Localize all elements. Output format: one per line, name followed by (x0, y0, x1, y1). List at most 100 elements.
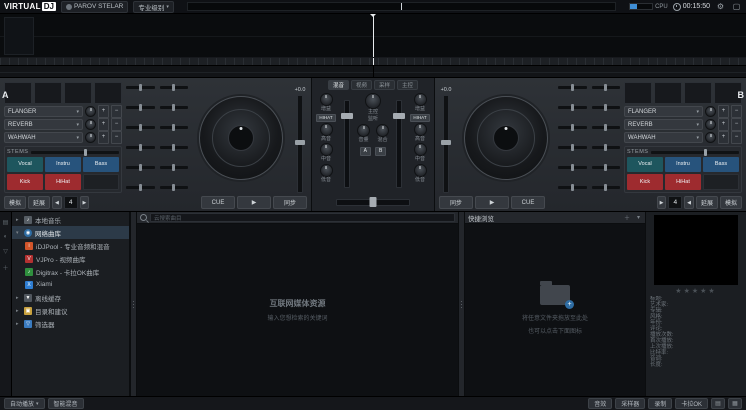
fx-minus-button[interactable]: − (731, 118, 742, 131)
loop-roll-button[interactable]: 延展 (28, 196, 50, 209)
eq-low-knob-b[interactable] (414, 164, 427, 177)
cue-button[interactable]: CUE (511, 196, 545, 209)
stem-pad-bass[interactable]: Bass (83, 157, 119, 172)
fx-slider[interactable] (558, 146, 587, 149)
settings-gear-icon[interactable]: ⚙ (715, 2, 726, 11)
stem-pad-vocal[interactable]: Vocal (627, 157, 663, 172)
play-button[interactable]: ▶ (237, 196, 271, 209)
pfl-a-button[interactable]: A (360, 147, 371, 156)
fx-minus-button[interactable]: − (731, 131, 742, 144)
loop-half-button[interactable]: ◀ (684, 196, 694, 209)
stem-pad-instru[interactable]: Instru (665, 157, 701, 172)
loop-half-button[interactable]: ◀ (52, 196, 62, 209)
expand-arrow-icon[interactable]: ▸ (16, 321, 21, 327)
skin-mode-select[interactable]: 专业级别 ▾ (133, 1, 174, 13)
fx-amount-knob[interactable] (85, 119, 96, 130)
shortcut-empty-state[interactable]: 将任意文件夹拖放至此处 也可以点击下面图标 (465, 224, 645, 396)
sidebar-item-vjpro[interactable]: V VJPro - 视频曲库 (12, 252, 129, 265)
loop-roll-button[interactable]: 延展 (696, 196, 718, 209)
search-input[interactable]: 云搜索曲目 (150, 213, 455, 222)
fx-amount-knob[interactable] (85, 132, 96, 143)
autoplay-button[interactable]: 自动播放 ▾ (4, 398, 45, 409)
fx-slider[interactable] (160, 186, 189, 189)
volume-fader-b[interactable] (396, 100, 402, 188)
chevron-down-icon[interactable]: ▾ (635, 214, 642, 221)
stem-pad-instru[interactable]: Instru (45, 157, 81, 172)
collapse-arrow-icon[interactable]: ▾ (16, 230, 21, 236)
fx-amount-knob[interactable] (705, 132, 716, 143)
jog-wheel[interactable] (199, 96, 283, 180)
fx-slider[interactable] (558, 106, 587, 109)
fx-slider[interactable] (160, 166, 189, 169)
volume-fader-a[interactable] (344, 100, 350, 188)
fx-slider[interactable] (592, 106, 621, 109)
sidebar-item-local-music[interactable]: ▸ ♪ 本地音乐 (12, 213, 129, 226)
karaoke-button[interactable]: 卡拉OK (675, 398, 708, 409)
sample-slot[interactable] (654, 82, 682, 104)
sample-slot[interactable] (64, 82, 92, 104)
stem-filter-a-button[interactable]: HIHAT (316, 114, 335, 122)
fx-amount-knob[interactable] (705, 106, 716, 117)
add-folder-icon[interactable]: ＋ (622, 213, 632, 222)
fx-slider[interactable] (592, 166, 621, 169)
stems-slider[interactable] (31, 151, 119, 154)
record-button[interactable]: 录制 (648, 398, 672, 409)
sidebar-item-xiami[interactable]: X Xiami (12, 278, 129, 291)
panel-splitter[interactable] (130, 212, 137, 396)
fx-slider[interactable] (160, 146, 189, 149)
cue-volume-knob[interactable] (357, 124, 370, 137)
pitch-fader[interactable] (297, 95, 303, 193)
sidebar-item-digitrax[interactable]: ♪ Digitrax - 卡拉OK曲库 (12, 265, 129, 278)
fullscreen-icon[interactable]: ▢ (731, 2, 742, 11)
fx-minus-button[interactable]: − (111, 105, 122, 118)
jog-wheel[interactable] (464, 96, 548, 180)
sidebar-item-filters[interactable]: ▸ ▽ 筛选器 (12, 317, 129, 330)
expand-arrow-icon[interactable]: ▸ (16, 295, 21, 301)
sidebar-item-online-library[interactable]: ▾ ◉ 网络曲库 (12, 226, 129, 239)
smart-mix-button[interactable]: 智能混音 (48, 398, 84, 409)
eq-mid-knob-b[interactable] (414, 143, 427, 156)
effects-panel-button[interactable]: 音效 (588, 398, 612, 409)
pitch-fader[interactable] (443, 95, 449, 193)
fx-slider[interactable] (126, 166, 155, 169)
fx-slider[interactable] (592, 86, 621, 89)
scrolling-waveform[interactable] (0, 14, 746, 58)
expand-arrow-icon[interactable]: ▸ (16, 217, 21, 223)
stem-pad-hihat[interactable]: HiHat (45, 174, 81, 191)
fx-slider[interactable] (558, 166, 587, 169)
deck-b-overview-wave[interactable] (373, 66, 746, 77)
fx-minus-button[interactable]: − (111, 131, 122, 144)
eq-high-knob-b[interactable] (414, 123, 427, 136)
eq-low-knob-a[interactable] (320, 164, 333, 177)
stem-pad-kick[interactable]: Kick (627, 174, 663, 191)
fx-select-flanger[interactable]: FLANGER ▾ (4, 106, 83, 117)
crossfader[interactable] (336, 199, 410, 206)
stem-filter-b-button[interactable]: HIHAT (410, 114, 429, 122)
fx-slider[interactable] (126, 186, 155, 189)
fx-plus-button[interactable]: + (718, 105, 729, 118)
fx-slider[interactable] (126, 126, 155, 129)
gain-knob-b[interactable] (414, 93, 427, 106)
fx-plus-button[interactable]: + (98, 118, 109, 131)
expand-arrow-icon[interactable]: ▸ (16, 308, 21, 314)
fx-slider[interactable] (592, 146, 621, 149)
fx-slider[interactable] (126, 146, 155, 149)
stem-pad-kick[interactable]: Kick (7, 174, 43, 191)
deck-a-overview-wave[interactable] (0, 66, 373, 77)
sidebar-item-folders-suggestions[interactable]: ▸ ▣ 目录和建议 (12, 304, 129, 317)
fx-minus-button[interactable]: − (111, 118, 122, 131)
fx-amount-knob[interactable] (85, 106, 96, 117)
eq-high-knob-a[interactable] (320, 123, 333, 136)
user-menu[interactable]: PAROV STELAR (61, 1, 128, 13)
fx-plus-button[interactable]: + (98, 131, 109, 144)
fx-amount-knob[interactable] (705, 119, 716, 130)
fx-select-wahwah[interactable]: WAHWAH ▾ (4, 132, 83, 143)
sampler-button[interactable]: 采样器 (615, 398, 645, 409)
sample-slot[interactable] (624, 82, 652, 104)
grid-view-icon[interactable]: ▦ (728, 398, 742, 409)
gain-knob-a[interactable] (320, 93, 333, 106)
fx-select-reverb[interactable]: REVERB ▾ (624, 119, 703, 130)
stem-pad-bass[interactable]: Bass (703, 157, 739, 172)
mixer-tab-sampler[interactable]: 采样 (374, 80, 395, 90)
fx-slider[interactable] (160, 126, 189, 129)
